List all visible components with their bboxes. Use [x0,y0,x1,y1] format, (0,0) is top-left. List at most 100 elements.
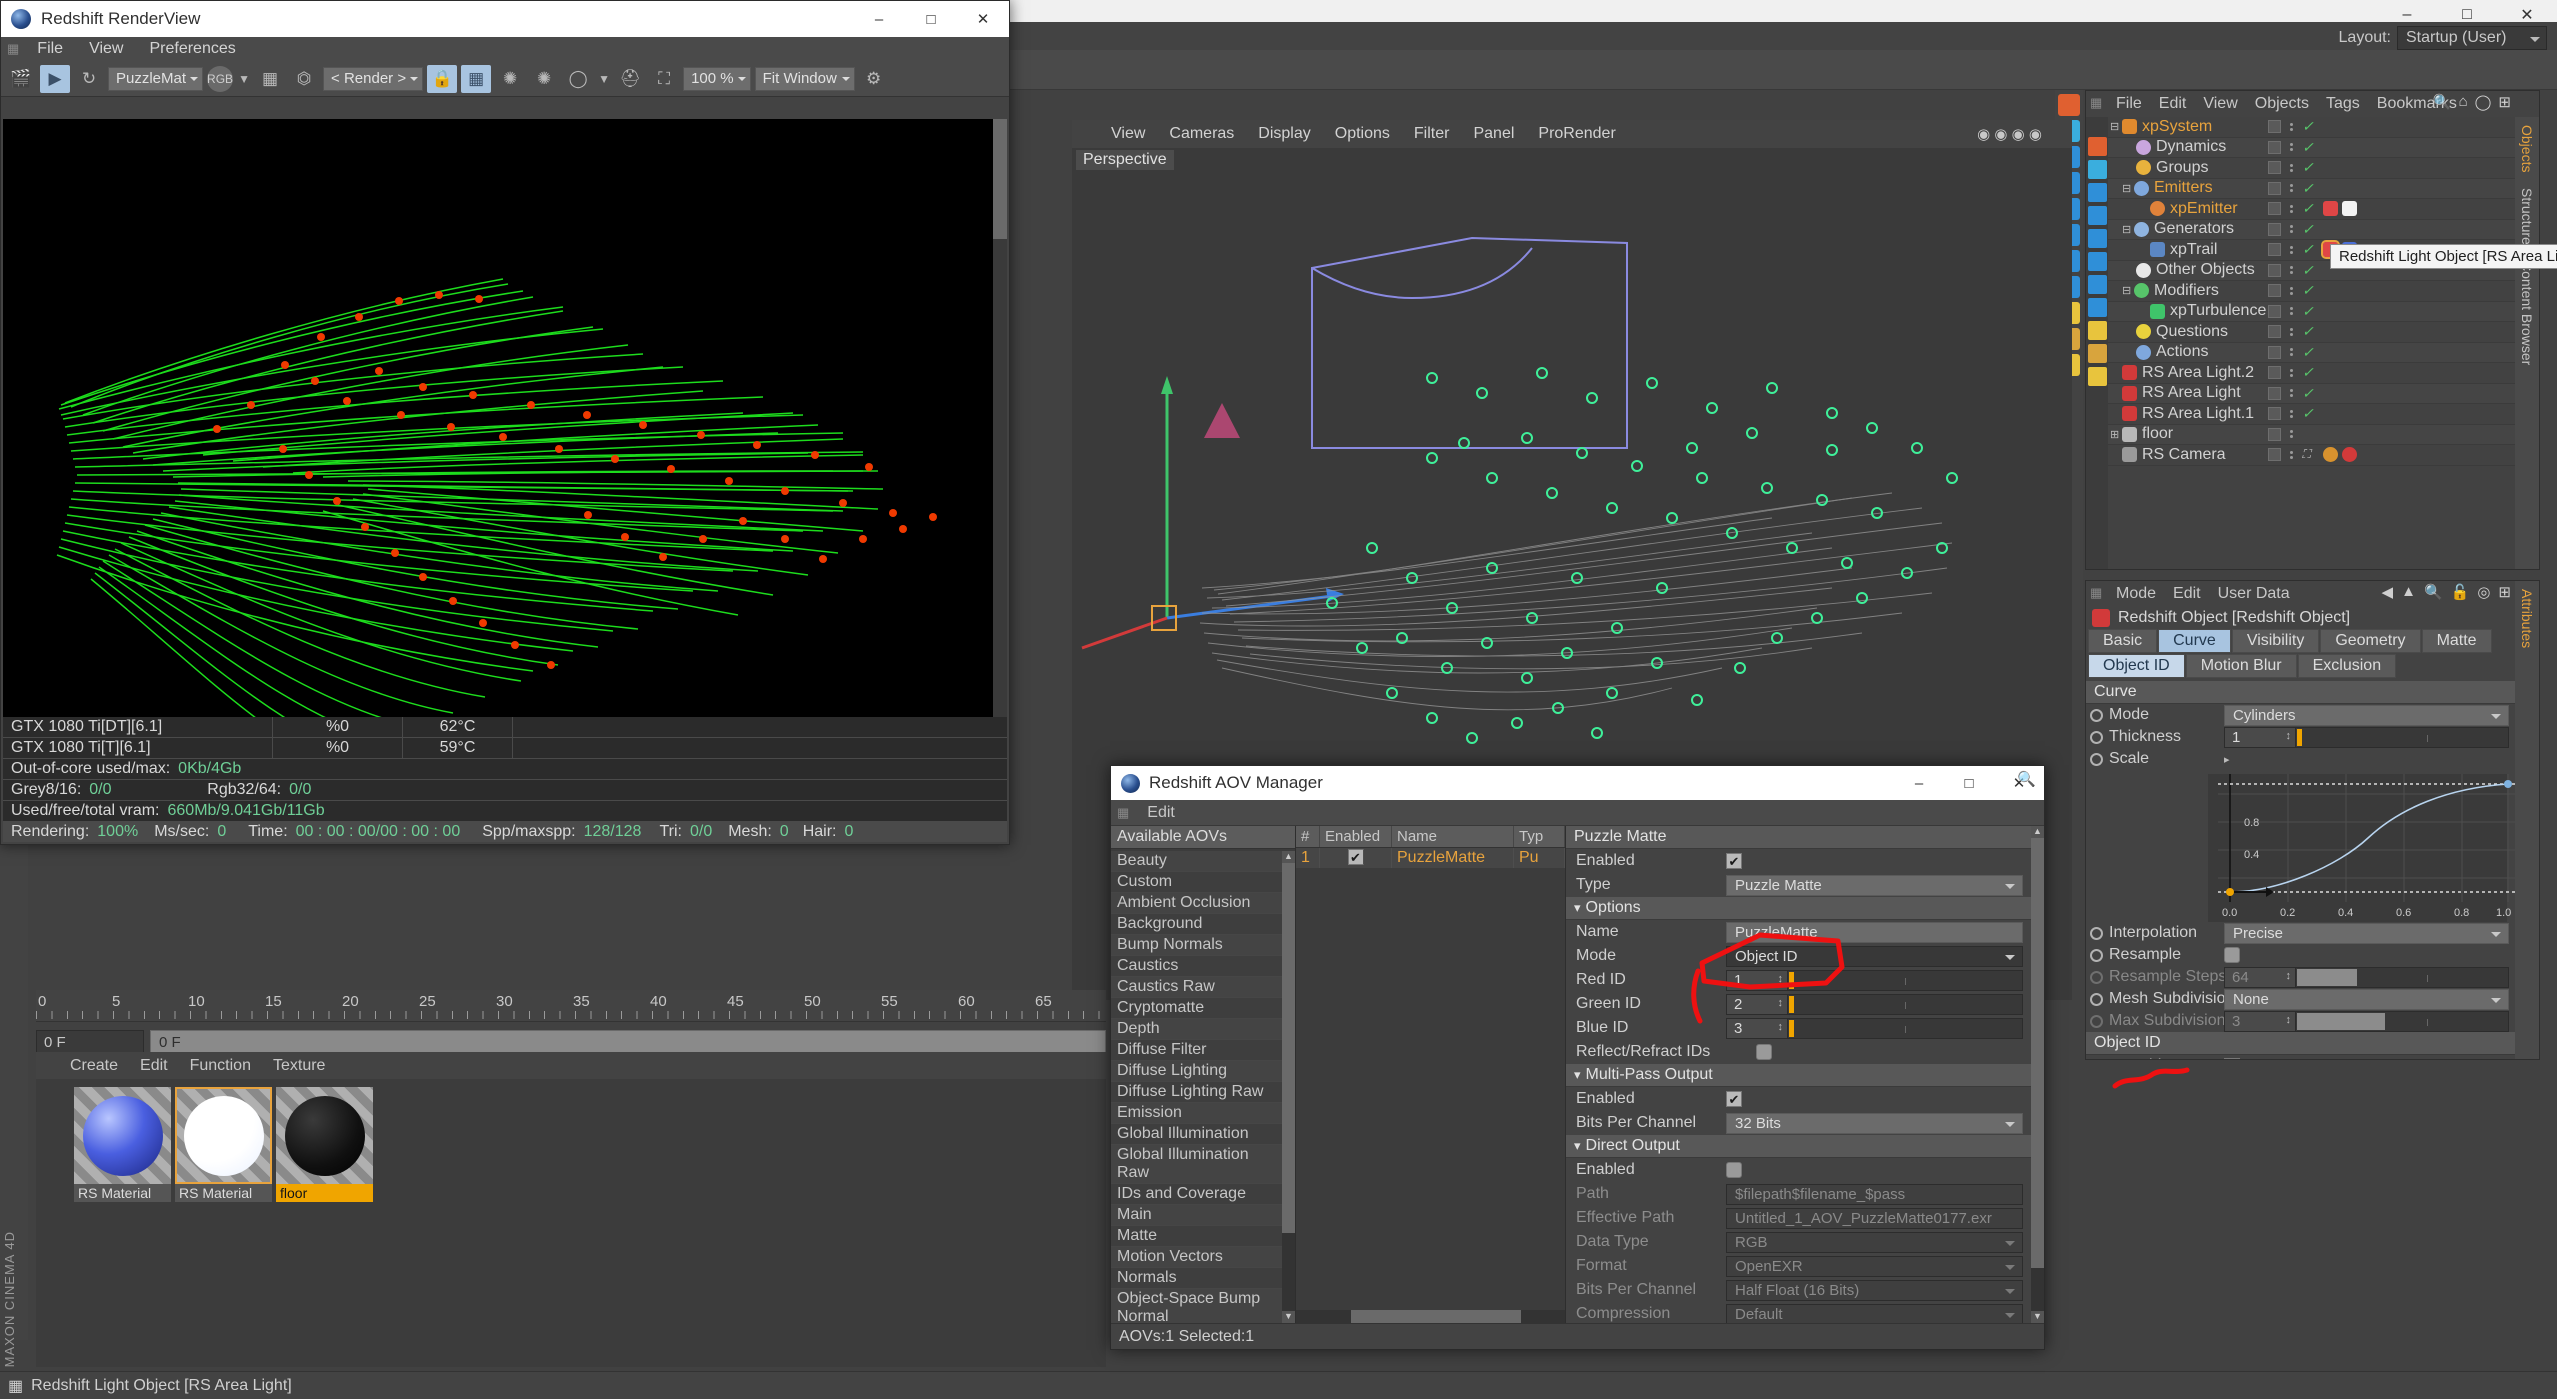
clapper-icon[interactable]: 🎬 [6,65,36,93]
material-dropdown[interactable]: PuzzleMat [108,66,204,91]
material-menu-2[interactable]: Function [180,1056,261,1076]
format-dropdown[interactable]: OpenEXR [1726,1255,2023,1277]
enable-check-icon[interactable]: ✓ [2302,118,2314,135]
mesh-subdivision-radio-icon[interactable] [2090,992,2103,1006]
zoom-level-field[interactable]: 100 % [683,66,751,91]
reflect-refract-checkbox[interactable] [1756,1044,1772,1060]
max-subdivisions-slider[interactable] [2296,1010,2509,1032]
rv-menu-view[interactable]: View [77,39,135,59]
object-tree[interactable]: ⊟ xpSystem ✓ Dynamics ✓ Groups ✓ ⊟ Emitt… [2108,117,2515,569]
renderview-toolbar[interactable]: 🎬 ▶ ↻ PuzzleMat RGB ▼ ▦ ⏣ < Render > 🔒 ▦… [1,61,1009,97]
green-id-slider[interactable] [1788,993,2023,1015]
region-icon[interactable]: ⛑ [615,65,645,93]
om-menu-3[interactable]: Objects [2247,94,2317,114]
do-enabled-checkbox[interactable] [1726,1162,1742,1178]
tree-row[interactable]: ⊟ Emitters ✓ [2108,178,2515,199]
current-frame-field[interactable]: 0 F [36,1029,144,1055]
tab-visibility[interactable]: Visibility [2231,629,2320,653]
layout-selector[interactable]: Layout: Startup (User) [2339,26,2547,50]
available-aov-item[interactable]: Diffuse Filter [1111,1040,1282,1061]
renderview-menubar[interactable]: ▦ File View Preferences [1,37,1009,61]
attribute-manager[interactable]: ▦ Mode Edit User Data ◀ ▲ 🔍 🔓 ◎ ⊞ Redshi… [2085,580,2540,1060]
layout-value[interactable]: Startup (User) [2397,26,2547,50]
tree-row[interactable]: Groups ✓ [2108,158,2515,179]
fit-mode-dropdown[interactable]: Fit Window [754,66,855,91]
thickness-stepper[interactable]: 1 [2224,726,2296,748]
search-icon[interactable]: 🔍 [2017,770,2036,788]
expander-icon[interactable]: ⊞ [2110,428,2122,441]
name-input[interactable]: PuzzleMatte [1726,921,2023,943]
available-aov-item[interactable]: Caustics [1111,956,1282,977]
tag-icon[interactable] [2342,447,2357,463]
blue-id-stepper[interactable]: 3 [1726,1017,1788,1039]
tree-row[interactable]: RS Camera ⛶ [2108,445,2515,466]
rail-icon-mirror[interactable] [2087,252,2107,271]
aov-properties-scroll-thumb[interactable] [2031,838,2044,1268]
plus-box-icon[interactable]: ⊞ [2498,93,2511,111]
rail-icon-copy[interactable] [2087,275,2107,294]
available-aov-item[interactable]: Matte [1111,1226,1282,1247]
tree-row[interactable]: xpEmitter ✓ [2108,199,2515,220]
ellipse-icon[interactable]: ◯ [2475,93,2492,111]
om-menu-1[interactable]: Edit [2151,94,2195,114]
available-aov-item[interactable]: Depth [1111,1019,1282,1040]
fullscreen-icon[interactable]: ⛶ [649,65,679,93]
available-aov-item[interactable]: Custom [1111,872,1282,893]
snowflake-g-icon[interactable]: ✺ [529,65,559,93]
available-aovs-column[interactable]: Available AOVs Beauty Custom Ambient Occ… [1111,826,1296,1323]
scale-radio-icon[interactable] [2090,752,2103,766]
aov-list-hscrollbar[interactable] [1296,1310,1565,1323]
rail-icon-op[interactable] [2087,160,2107,179]
om-menu-2[interactable]: View [2195,94,2245,114]
available-aov-item[interactable]: Diffuse Lighting [1111,1061,1282,1082]
override-checkbox[interactable]: ✔ [2224,1058,2240,1059]
tree-row[interactable]: RS Area Light ✓ [2108,383,2515,404]
available-aov-item[interactable]: Global Illumination [1111,1124,1282,1145]
attribute-tabs-row1[interactable]: Basic Curve Visibility Geometry Matte [2086,629,2539,653]
available-aovs-scroll-thumb[interactable] [1282,863,1295,1233]
viewport-menu-3[interactable]: Options [1324,123,1401,145]
viewport-menu-4[interactable]: Filter [1403,123,1461,145]
rv-maximize-icon[interactable]: □ [905,1,957,37]
tree-row[interactable]: Actions ✓ [2108,342,2515,363]
rail-icon-paste[interactable] [2087,298,2107,317]
tag-icon[interactable] [2342,201,2357,217]
red-id-slider[interactable] [1788,969,2023,991]
thickness-slider[interactable] [2296,726,2509,748]
attribute-manager-menubar[interactable]: ▦ Mode Edit User Data ◀ ▲ 🔍 🔓 ◎ ⊞ [2086,581,2539,607]
attribute-manager-icons[interactable]: ◀ ▲ 🔍 🔓 ◎ ⊞ [2382,583,2511,601]
material-menu-0[interactable]: Create [60,1056,128,1076]
available-aov-item[interactable]: Main [1111,1205,1282,1226]
expander-icon[interactable]: ⊟ [2122,284,2134,297]
object-manager-menubar[interactable]: ▦ File Edit View Objects Tags Bookmarks … [2086,91,2539,117]
available-aov-item[interactable]: Bump Normals [1111,935,1282,956]
viewport-menubar[interactable]: View Cameras Display Options Filter Pane… [1072,120,2072,148]
available-aov-item[interactable]: Caustics Raw [1111,977,1282,998]
rail-icon-r0[interactable] [2087,321,2107,340]
tag-icon[interactable] [2323,447,2338,463]
om-menu-4[interactable]: Tags [2318,94,2368,114]
crop-icon[interactable]: ⏣ [289,65,319,93]
available-aov-item[interactable]: Normals [1111,1268,1282,1289]
options-section[interactable]: Options [1566,897,2031,920]
material-swatch[interactable]: RS Material [175,1087,272,1202]
interpolation-radio-icon[interactable] [2090,926,2103,940]
scroll-down-icon[interactable]: ▼ [2031,1311,2044,1323]
mode-dropdown[interactable]: Object ID [1726,945,2023,967]
max-subdivisions-stepper[interactable]: 3 [2224,1010,2296,1032]
available-aov-item[interactable]: Global Illumination Raw [1111,1145,1282,1184]
search-icon[interactable]: 🔍 [2424,583,2443,601]
available-aovs-list[interactable]: Beauty Custom Ambient Occlusion Backgrou… [1111,851,1282,1323]
settings-gear-icon[interactable]: ⚙ [859,65,889,93]
path-input[interactable]: $filepath$filename_$pass [1726,1183,2023,1205]
tree-row[interactable]: ⊞ floor [2108,424,2515,445]
mp-bits-dropdown[interactable]: 32 Bits [1726,1112,2023,1134]
material-menu-3[interactable]: Texture [263,1056,335,1076]
resample-steps-slider[interactable] [2296,966,2509,988]
tree-row[interactable]: RS Area Light.2 ✓ [2108,363,2515,384]
snowflake-icon[interactable]: ✺ [495,65,525,93]
available-aov-item[interactable]: Background [1111,914,1282,935]
scale-expander-icon[interactable]: ▸ [2224,753,2230,766]
timeline-slider[interactable]: 0 F [150,1029,1106,1055]
tree-row[interactable]: ⊟ xpSystem ✓ [2108,117,2515,138]
